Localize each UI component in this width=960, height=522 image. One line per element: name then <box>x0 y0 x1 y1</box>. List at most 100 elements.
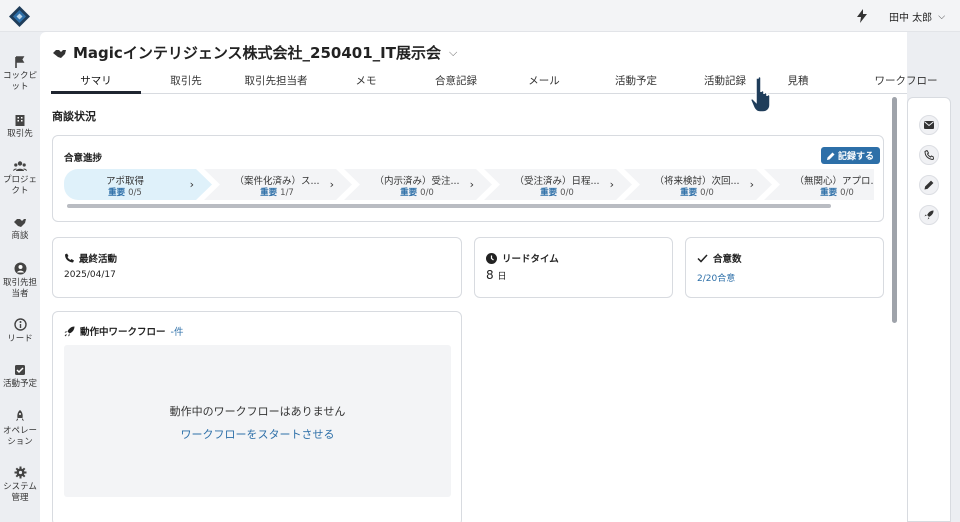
vertical-scrollbar-thumb[interactable] <box>892 97 897 323</box>
stage-item[interactable]: （無関心）アプロ... 重要0/0 › <box>764 169 874 200</box>
handshake-icon <box>53 49 66 58</box>
horizontal-scrollbar[interactable] <box>67 204 831 208</box>
chevron-right-icon: › <box>469 178 474 191</box>
deal-title-row[interactable]: Magicインテリジェンス株式会社_250401_IT展示会 ⌵ <box>52 42 457 63</box>
stage-name: （無関心）アプロ... <box>794 176 874 187</box>
pencil-icon <box>827 152 835 160</box>
flag-icon <box>15 56 25 68</box>
sidebar-item-leads[interactable]: リード <box>0 318 40 345</box>
tab-agreements[interactable]: 合意記録 <box>426 68 486 94</box>
clock-icon <box>486 252 497 264</box>
phone-button[interactable] <box>919 145 939 165</box>
sidebar-item-label: コックピット <box>2 71 37 92</box>
stage-count: 0/0 <box>840 188 854 198</box>
tab-workflow[interactable]: ワークフロー <box>871 68 941 94</box>
stage-name: （内示済み）受注... <box>374 176 460 187</box>
important-label: 重要 <box>400 188 418 198</box>
stage-count: 0/0 <box>560 188 574 198</box>
stage-item[interactable]: （案件化済み）ス... 重要 1/7 › <box>204 169 352 200</box>
deal-title: Magicインテリジェンス株式会社_250401_IT展示会 <box>73 44 441 62</box>
mail-icon <box>924 121 934 129</box>
workflow-empty-state: 動作中のワークフローはありません ワークフローをスタートさせる <box>64 345 451 497</box>
record-button-label: 記録する <box>838 152 875 162</box>
chevron-down-icon: ⌵ <box>938 11 946 22</box>
tab-summary[interactable]: サマリ <box>51 68 141 94</box>
agreements-link[interactable]: 2/20合意 <box>697 271 735 284</box>
sidebar-item-scheduled[interactable]: 活動予定 <box>0 364 40 390</box>
tab-contacts[interactable]: 取引先担当者 <box>236 68 316 94</box>
flash-icon[interactable] <box>856 9 868 23</box>
section-title: 商談状況 <box>52 110 96 123</box>
progress-card: 合意進捗 記録する アポ取得 重要 0/5 › （案件化済み）ス... 重要 1/7… <box>52 135 884 222</box>
summary-content: 商談状況 合意進捗 記録する アポ取得 重要 0/5 › （案件化済み）ス... … <box>51 96 887 522</box>
app-logo-icon[interactable] <box>9 6 30 27</box>
chevron-down-icon[interactable]: ⌵ <box>449 46 457 60</box>
sidebar-item-accounts[interactable]: 取引先 <box>0 114 40 140</box>
chevron-right-icon: › <box>329 178 334 191</box>
empty-message: 動作中のワークフローはありません <box>169 405 346 418</box>
sidebar-item-label: リード <box>7 334 33 344</box>
mail-button[interactable] <box>919 115 939 135</box>
stage-count: 1/7 <box>280 188 294 198</box>
tab-mail[interactable]: メール <box>519 68 569 94</box>
agreements-header: 合意数 <box>697 251 742 265</box>
sidebar-item-system-admin[interactable]: システム管理 <box>0 466 40 504</box>
tab-scheduled[interactable]: 活動予定 <box>607 68 665 94</box>
stage-count: 0/0 <box>700 188 714 198</box>
tab-activity-log[interactable]: 活動記録 <box>696 68 754 94</box>
sidebar-item-label: プロジェクト <box>2 175 37 196</box>
phone-icon <box>65 253 74 263</box>
stage-pipeline: アポ取得 重要 0/5 › （案件化済み）ス... 重要 1/7 › （内示済み）受… <box>64 169 874 204</box>
action-rail <box>907 97 951 522</box>
start-workflow-link[interactable]: ワークフローをスタートさせる <box>64 426 451 442</box>
edit-button[interactable] <box>919 175 939 195</box>
stage-item[interactable]: （受注済み）日程... 重要 0/0 › <box>484 169 632 200</box>
sidebar-item-label: オペレーション <box>2 426 37 447</box>
rocket-icon <box>924 210 934 220</box>
chevron-right-icon: › <box>609 178 614 191</box>
tab-memo[interactable]: メモ <box>346 68 386 94</box>
sidebar-item-deals[interactable]: 商談 <box>0 216 40 242</box>
stage-item[interactable]: （内示済み）受注... 重要 0/0 › <box>344 169 492 200</box>
important-label: 重要 <box>260 188 278 198</box>
handshake-icon <box>14 219 26 227</box>
sidebar-item-label: 取引先担当者 <box>2 278 37 299</box>
sidebar-item-projects[interactable]: プロジェクト <box>0 160 40 197</box>
stage-name: （受注済み）日程... <box>514 176 600 187</box>
lead-icon <box>13 318 27 331</box>
workflow-card: 動作中ワークフロー -件 動作中のワークフローはありません ワークフローをスター… <box>52 311 462 522</box>
record-button[interactable]: 記録する <box>821 147 881 164</box>
tab-accounts[interactable]: 取引先 <box>161 68 211 94</box>
user-menu[interactable]: 田中 太郎 ⌵ <box>889 9 946 25</box>
gear-icon <box>14 466 26 479</box>
sidebar-item-contacts[interactable]: 取引先担当者 <box>0 262 40 300</box>
stage-item[interactable]: アポ取得 重要 0/5 › <box>64 169 212 200</box>
sidebar-item-label: 取引先 <box>7 129 33 139</box>
stage-name: （将来検討）次回... <box>654 176 740 187</box>
lead-time-value: 8 日 <box>486 268 506 282</box>
progress-title: 合意進捗 <box>64 153 103 164</box>
phone-icon <box>924 150 934 160</box>
sidebar-item-operations[interactable]: オペレーション <box>0 410 40 448</box>
last-activity-card: 最終活動 2025/04/17 <box>52 237 462 298</box>
workflow-header: 動作中ワークフロー -件 <box>64 324 183 338</box>
sidebar-item-label: 商談 <box>11 231 29 241</box>
sidebar-item-label: 活動予定 <box>2 379 37 389</box>
last-activity-date: 2025/04/17 <box>64 270 116 280</box>
important-label: 重要 <box>820 188 838 198</box>
sidebar-item-cockpit[interactable]: コックピット <box>0 56 40 93</box>
workflow-count[interactable]: -件 <box>171 324 184 338</box>
check-icon <box>697 253 708 263</box>
important-label: 重要 <box>108 188 126 198</box>
stage-count: 0/0 <box>420 188 434 198</box>
lead-time-unit: 日 <box>497 272 507 282</box>
chevron-right-icon: › <box>189 178 194 191</box>
important-label: 重要 <box>540 188 558 198</box>
stage-name: （案件化済み）ス... <box>234 176 320 187</box>
stage-count: 0/5 <box>128 188 142 198</box>
workflow-button[interactable] <box>919 205 939 225</box>
stage-item[interactable]: （将来検討）次回... 重要 0/0 › <box>624 169 772 200</box>
agreements-card: 合意数 2/20合意 <box>685 237 884 298</box>
lead-time-header: リードタイム <box>486 251 559 265</box>
lead-time-title: リードタイム <box>502 254 559 265</box>
